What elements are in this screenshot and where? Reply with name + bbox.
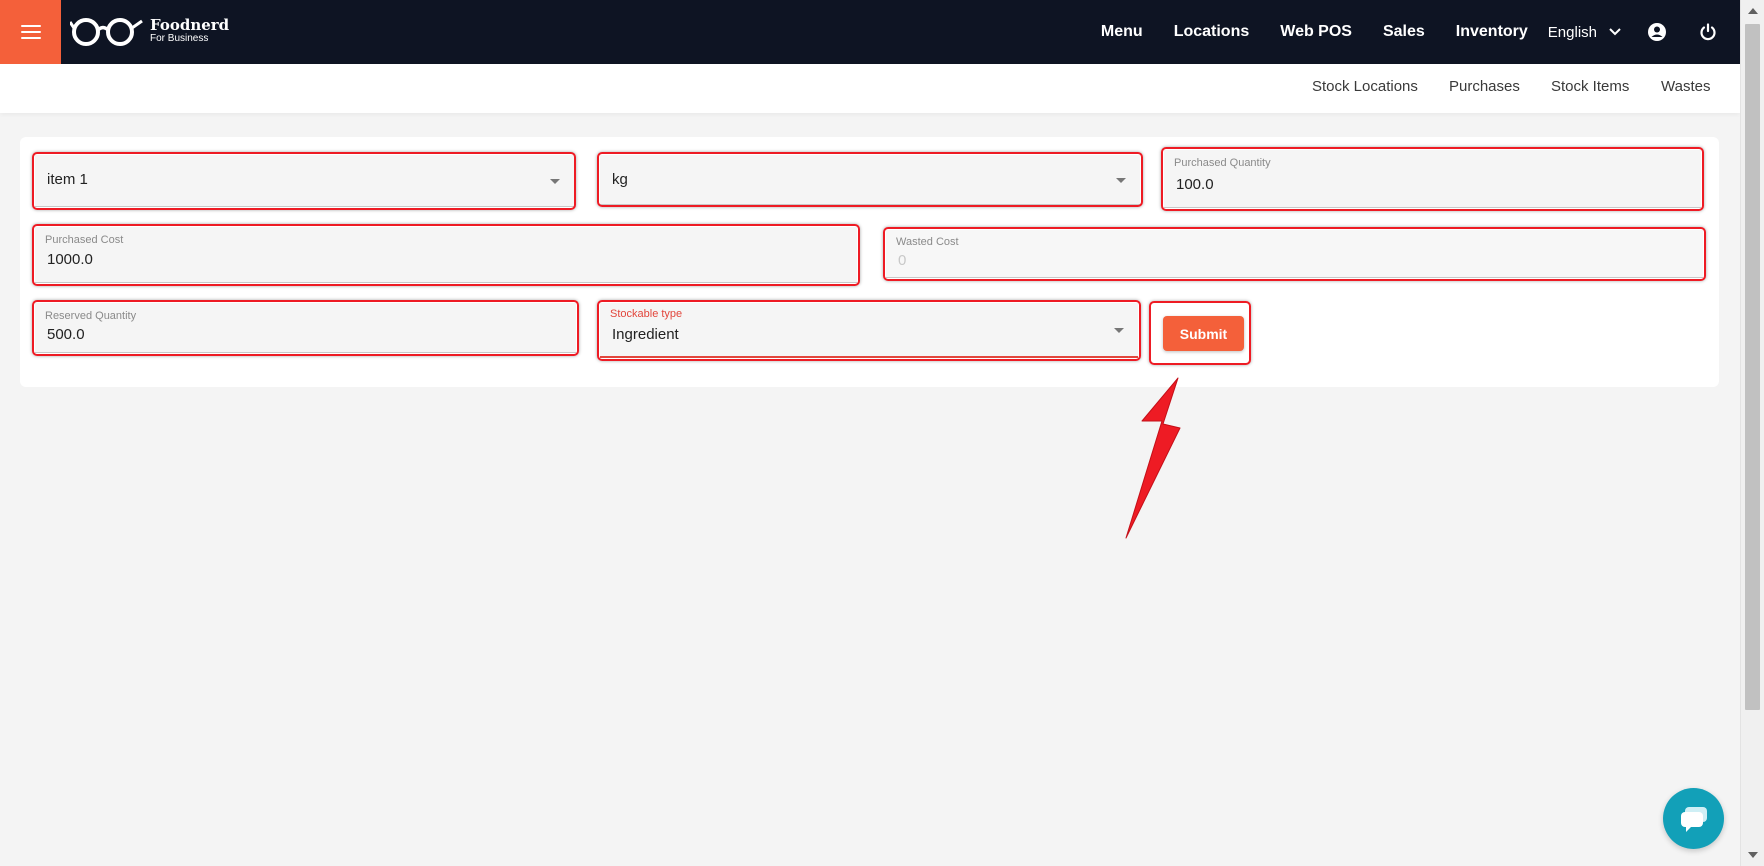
inventory-subnav: Stock Locations Purchases Stock Items Wa… [0, 64, 1740, 113]
purchased-quantity-field[interactable]: Purchased Quantity 100.0 [1164, 150, 1701, 208]
power-icon [1700, 23, 1716, 41]
wasted-cost-label: Wasted Cost [896, 236, 959, 248]
purchased-cost-value: 1000.0 [47, 251, 93, 268]
nav-menu[interactable]: Menu [1101, 23, 1143, 41]
stockable-type-select[interactable]: Stockable type Ingredient [600, 303, 1138, 358]
item-select[interactable]: item 1 [35, 155, 574, 207]
subnav-wastes[interactable]: Wastes [1661, 78, 1710, 95]
chat-widget-button[interactable] [1663, 788, 1724, 849]
dropdown-arrow-icon [550, 178, 560, 184]
brand-subtitle: For Business [150, 33, 209, 44]
user-account-button[interactable] [1647, 22, 1667, 42]
brand-logo[interactable]: Foodnerd For Business [70, 16, 229, 46]
glasses-icon [70, 18, 143, 46]
item-select-value: item 1 [47, 171, 88, 188]
annotation-arrow [1125, 377, 1181, 539]
hamburger-menu-button[interactable] [0, 0, 61, 64]
reserved-quantity-value: 500.0 [47, 326, 85, 343]
purchased-quantity-label: Purchased Quantity [1174, 157, 1271, 169]
focus-underline [600, 356, 1138, 358]
language-selector[interactable]: English [1548, 24, 1621, 41]
unit-select-value: kg [612, 171, 628, 188]
top-bar: Foodnerd For Business Menu Locations Web… [0, 0, 1740, 64]
nav-inventory[interactable]: Inventory [1456, 23, 1528, 41]
nav-locations[interactable]: Locations [1174, 23, 1250, 41]
wasted-cost-field[interactable]: Wasted Cost 0 [886, 230, 1703, 278]
subnav-stock-items[interactable]: Stock Items [1551, 78, 1629, 95]
nav-sales[interactable]: Sales [1383, 23, 1425, 41]
language-label: English [1547, 23, 1597, 41]
brand-title: Foodnerd [150, 16, 230, 34]
unit-select[interactable]: kg [600, 155, 1140, 205]
submit-button[interactable]: Submit [1163, 316, 1244, 351]
stockable-type-label: Stockable type [610, 308, 683, 320]
dropdown-arrow-icon [1116, 177, 1126, 183]
purchased-quantity-value: 100.0 [1176, 176, 1214, 193]
main-nav: Menu Locations Web POS Sales Inventory E… [1101, 0, 1740, 64]
logout-button[interactable] [1699, 23, 1717, 41]
chevron-down-icon [1609, 28, 1621, 36]
wasted-cost-value: 0 [898, 252, 907, 269]
dropdown-arrow-icon [1114, 328, 1124, 333]
reserved-quantity-label: Reserved Quantity [45, 310, 137, 322]
page-scrollbar[interactable] [1740, 0, 1764, 866]
subnav-stock-locations[interactable]: Stock Locations [1312, 78, 1418, 95]
scroll-down-arrow-icon[interactable] [1748, 852, 1758, 858]
subnav-purchases[interactable]: Purchases [1449, 78, 1520, 95]
stockable-type-value: Ingredient [612, 326, 679, 343]
purchased-cost-field[interactable]: Purchased Cost 1000.0 [35, 227, 857, 283]
purchased-cost-label: Purchased Cost [45, 234, 124, 246]
nav-web-pos[interactable]: Web POS [1280, 23, 1352, 41]
chat-bubble-icon [1680, 806, 1707, 832]
hamburger-icon [20, 25, 41, 39]
scroll-thumb[interactable] [1745, 24, 1760, 710]
reserved-quantity-field[interactable]: Reserved Quantity 500.0 [35, 303, 576, 353]
scroll-up-arrow-icon[interactable] [1748, 8, 1758, 14]
account-circle-icon [1648, 23, 1666, 41]
